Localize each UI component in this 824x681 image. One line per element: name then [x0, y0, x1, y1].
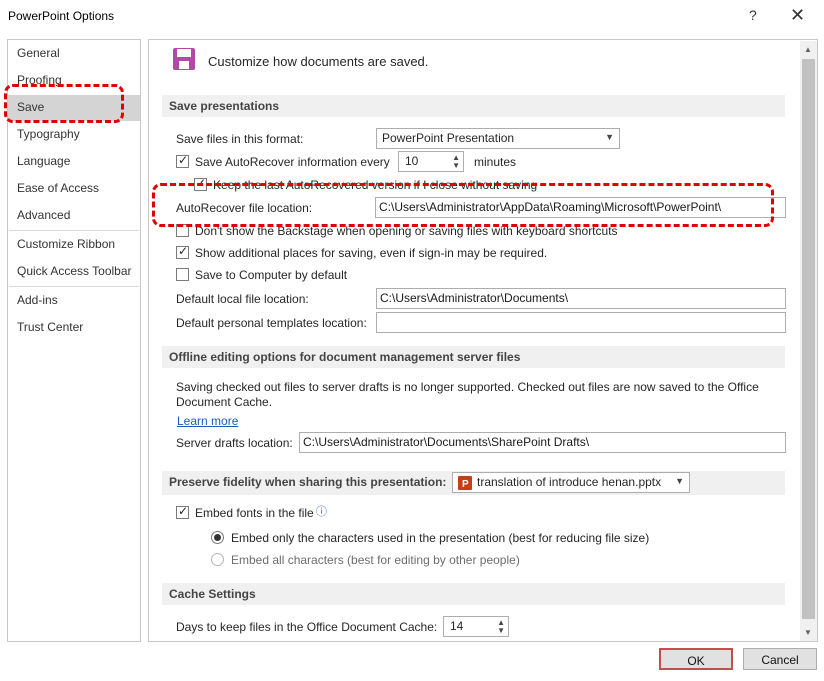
annotation-highlight-autorecover-location [152, 183, 774, 227]
window-title: PowerPoint Options [8, 9, 115, 23]
cancel-button[interactable]: Cancel [743, 648, 817, 670]
info-icon: ⓘ [316, 506, 327, 518]
nav-item-customize-ribbon[interactable]: Customize Ribbon [17, 237, 115, 251]
format-label: Save files in this format: [176, 132, 304, 146]
fidelity-file-select[interactable]: P translation of introduce henan.pptx ▼ [452, 472, 690, 493]
scrollbar-thumb[interactable] [802, 59, 815, 619]
embed-only-label: Embed only the characters used in the pr… [231, 531, 650, 545]
save-to-computer-label: Save to Computer by default [195, 268, 348, 282]
nav-item-typography[interactable]: Typography [17, 127, 80, 141]
minutes-label: minutes [474, 155, 517, 169]
embed-only-radio[interactable] [211, 531, 224, 544]
offline-info-text: Saving checked out files to server draft… [176, 380, 759, 394]
save-options-panel: Customize how documents are saved. Save … [148, 39, 818, 642]
embed-all-radio[interactable] [211, 553, 224, 566]
vertical-scrollbar[interactable]: ▲ ▼ [800, 41, 817, 641]
autorecover-minutes-stepper[interactable]: 10 ▲ ▼ [398, 151, 464, 172]
nav-divider [9, 286, 139, 287]
annotation-highlight-save [4, 84, 124, 123]
page-title: Customize how documents are saved. [208, 54, 429, 69]
help-button[interactable]: ? [749, 7, 757, 23]
chevron-down-icon: ▼ [605, 132, 614, 142]
nav-item-advanced[interactable]: Advanced [17, 208, 70, 222]
scroll-down-icon[interactable]: ▼ [804, 628, 812, 637]
navigation-pane: General Proofing Save Typography Languag… [7, 39, 141, 642]
cache-days-label: Days to keep files in the Office Documen… [176, 620, 438, 634]
section-save-presentations: Save presentations [162, 95, 785, 117]
nav-item-ease-of-access[interactable]: Ease of Access [17, 181, 99, 195]
ok-button[interactable]: OK [659, 648, 733, 670]
default-local-input[interactable]: C:\Users\Administrator\Documents\ [376, 288, 786, 309]
save-floppy-icon [173, 48, 195, 70]
server-drafts-input[interactable]: C:\Users\Administrator\Documents\SharePo… [299, 432, 786, 453]
show-additional-places-checkbox[interactable] [176, 244, 189, 259]
scroll-up-icon[interactable]: ▲ [804, 45, 812, 54]
section-offline-editing: Offline editing options for document man… [162, 346, 785, 368]
section-cache-settings: Cache Settings [162, 583, 785, 605]
embed-fonts-checkbox[interactable] [176, 504, 189, 519]
fidelity-file-value: translation of introduce henan.pptx [477, 475, 662, 489]
nav-item-language[interactable]: Language [17, 154, 70, 168]
nav-item-quick-access-toolbar[interactable]: Quick Access Toolbar [17, 264, 132, 278]
format-select-value: PowerPoint Presentation [382, 131, 515, 145]
nav-item-general[interactable]: General [17, 46, 60, 60]
autorecover-minutes-value: 10 [405, 154, 419, 168]
cache-days-value: 14 [450, 619, 464, 633]
autorecover-label: Save AutoRecover information every [195, 155, 390, 169]
embed-fonts-label: Embed fonts in the file [195, 506, 314, 520]
default-templates-label: Default personal templates location: [176, 316, 367, 330]
server-drafts-label: Server drafts location: [176, 436, 293, 450]
learn-more-link[interactable]: Learn more [177, 414, 238, 428]
default-local-label: Default local file location: [176, 292, 309, 306]
autorecover-checkbox[interactable] [176, 153, 189, 168]
nav-item-add-ins[interactable]: Add-ins [17, 293, 58, 307]
nav-item-trust-center[interactable]: Trust Center [17, 320, 83, 334]
powerpoint-file-icon: P [458, 476, 472, 490]
offline-info-text: Document Cache. [176, 395, 273, 409]
format-select[interactable]: PowerPoint Presentation ▼ [376, 128, 620, 149]
close-button[interactable]: ✕ [790, 5, 805, 26]
spin-down-icon[interactable]: ▼ [497, 627, 505, 635]
svg-text:P: P [462, 479, 469, 490]
default-templates-input[interactable] [376, 312, 786, 333]
chevron-down-icon: ▼ [675, 476, 684, 486]
save-to-computer-checkbox[interactable] [176, 268, 189, 281]
show-additional-places-label: Show additional places for saving, even … [195, 246, 548, 260]
title-bar [0, 0, 824, 32]
embed-all-label: Embed all characters (best for editing b… [231, 553, 520, 567]
cache-days-stepper[interactable]: 14 ▲ ▼ [443, 616, 509, 637]
fidelity-title: Preserve fidelity when sharing this pres… [169, 475, 447, 489]
nav-divider [9, 230, 139, 231]
spin-down-icon[interactable]: ▼ [452, 162, 460, 170]
